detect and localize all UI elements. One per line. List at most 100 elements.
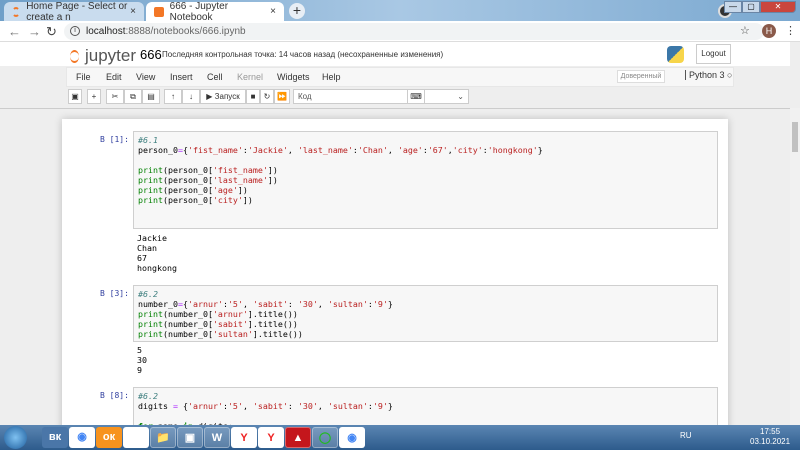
copy-icon[interactable]: ⧉ xyxy=(124,89,142,104)
new-tab-button[interactable]: + xyxy=(289,3,305,19)
code-line: print(number_0['arnur'].title()) xyxy=(138,309,713,319)
taskbar-app-icon[interactable]: W xyxy=(204,427,230,448)
run-all-icon[interactable]: ⏩ xyxy=(274,89,290,104)
run-button[interactable]: ▶ Запуск xyxy=(200,89,246,104)
menu-help[interactable]: Help xyxy=(322,72,341,82)
taskbar-app-icon[interactable]: Я xyxy=(123,427,149,448)
page-scrollbar[interactable] xyxy=(790,108,800,425)
code-token: person_0 xyxy=(138,145,178,155)
code-token: , xyxy=(387,145,398,155)
code-token: print xyxy=(138,195,163,205)
taskbar-app-icon[interactable]: вк xyxy=(42,427,68,448)
cell-type-select[interactable]: Код ⌄ xyxy=(293,89,469,104)
menu-view[interactable]: View xyxy=(136,72,155,82)
taskbar-app-icon[interactable]: ◉ xyxy=(69,427,95,448)
taskbar-app-icon[interactable]: Y xyxy=(258,427,284,448)
code-token: (number_0[ xyxy=(162,329,213,339)
forward-icon[interactable]: → xyxy=(28,24,41,39)
language-indicator[interactable]: RU xyxy=(680,431,692,440)
close-tab-icon[interactable]: × xyxy=(130,6,136,17)
code-token: (person_0[ xyxy=(162,195,213,205)
chevron-down-icon: ⌄ xyxy=(457,92,464,101)
maximize-button[interactable]: ▢ xyxy=(742,1,760,13)
code-token: 'Jackie' xyxy=(247,145,288,155)
code-token: ].title()) xyxy=(247,309,298,319)
move-down-icon[interactable]: ↓ xyxy=(182,89,200,104)
kernel-idle-icon: ○ xyxy=(727,70,733,80)
taskbar-app-icon[interactable]: ▣ xyxy=(177,427,203,448)
code-token: 'sultan' xyxy=(327,299,368,309)
browser-menu-icon[interactable]: ⋮ xyxy=(785,24,796,37)
code-token: , xyxy=(317,401,328,411)
jupyter-favicon-icon xyxy=(12,6,21,17)
system-clock[interactable]: 17:55 03.10.2021 xyxy=(750,427,790,447)
tab-jupyter-notebook[interactable]: 666 - Jupyter Notebook × xyxy=(146,1,284,23)
close-tab-icon[interactable]: × xyxy=(270,6,276,17)
code-line: #6.2 xyxy=(138,391,713,401)
code-token: : xyxy=(287,401,298,411)
restart-icon[interactable]: ↻ xyxy=(260,89,274,104)
profile-avatar[interactable]: H xyxy=(762,24,776,38)
save-icon[interactable]: ▣ xyxy=(68,89,82,104)
cell-prompt: В [8]: xyxy=(100,391,129,400)
scrollbar-thumb[interactable] xyxy=(792,122,798,152)
url-input[interactable]: i localhost:8888/notebooks/666.ipynb xyxy=(64,23,764,40)
menu-edit[interactable]: Edit xyxy=(106,72,122,82)
code-token: (person_0[ xyxy=(162,175,213,185)
code-line: print(person_0['city']) xyxy=(138,195,713,205)
info-icon[interactable]: i xyxy=(70,26,80,36)
move-up-icon[interactable]: ↑ xyxy=(164,89,182,104)
logout-button[interactable]: Logout xyxy=(696,44,731,64)
browser-tab-bar: Home Page - Select or create a n × 666 -… xyxy=(0,0,800,23)
menu-file[interactable]: File xyxy=(76,72,91,82)
menu-kernel[interactable]: Kernel xyxy=(237,72,263,82)
taskbar-app-icon[interactable]: ◉ xyxy=(339,427,365,448)
code-token: '5' xyxy=(227,401,243,411)
code-token: print xyxy=(138,165,163,175)
windows-taskbar: вк ◉ ок Я 📁 ▣ W Y Y ▲ ◯ ◉ RU 17:55 03.10.2021 xyxy=(0,425,800,450)
notebook-name[interactable]: 666 xyxy=(140,47,162,62)
menu-cell[interactable]: Cell xyxy=(207,72,223,82)
code-token: #6.2 xyxy=(138,391,158,401)
python-logo-icon xyxy=(667,46,684,63)
menu-widgets[interactable]: Widgets xyxy=(277,72,310,82)
bookmark-star-icon[interactable]: ☆ xyxy=(740,24,750,37)
code-token: ]) xyxy=(267,175,278,185)
trusted-badge[interactable]: Доверенный xyxy=(617,70,665,83)
taskbar-app-icon[interactable]: Y xyxy=(231,427,257,448)
code-token: 'sabit' xyxy=(252,401,288,411)
taskbar-app-icon[interactable]: 📁 xyxy=(150,427,176,448)
code-token: 'fist_name' xyxy=(187,145,243,155)
back-icon[interactable]: ← xyxy=(8,24,21,39)
close-window-button[interactable]: ✕ xyxy=(760,1,796,13)
menu-insert[interactable]: Insert xyxy=(170,72,193,82)
jupyter-logo[interactable]: jupyter xyxy=(70,46,136,66)
code-token: 'hongkong' xyxy=(487,145,538,155)
taskbar-app-icon[interactable]: ◯ xyxy=(312,427,338,448)
minimize-button[interactable]: — xyxy=(724,1,742,13)
code-cell-input[interactable]: #6.2 number_0={'arnur':'5', 'sabit': '30'… xyxy=(133,285,718,342)
taskbar-app-icon[interactable]: ок xyxy=(96,427,122,448)
code-token: } xyxy=(387,299,393,309)
tab-home-page[interactable]: Home Page - Select or create a n × xyxy=(4,1,144,23)
code-cell-input[interactable]: #6.1 person_0={'fist_name':'Jackie', 'las… xyxy=(133,131,718,229)
kernel-name[interactable]: Python 3 ○ xyxy=(685,70,732,80)
code-token: ]) xyxy=(237,185,248,195)
stop-icon[interactable]: ■ xyxy=(246,89,260,104)
cut-icon[interactable]: ✂ xyxy=(106,89,124,104)
code-token: 'sabit' xyxy=(212,319,248,329)
code-token: '30' xyxy=(297,299,318,309)
paste-icon[interactable]: ▤ xyxy=(142,89,160,104)
reload-icon[interactable]: ↻ xyxy=(46,24,57,40)
taskbar-app-icon[interactable]: ▲ xyxy=(285,427,311,448)
code-token: print xyxy=(138,319,163,329)
start-button[interactable] xyxy=(4,426,27,449)
url-host: localhost xyxy=(86,26,126,37)
add-cell-icon[interactable]: + xyxy=(87,89,101,104)
keyboard-icon[interactable]: ⌨ xyxy=(407,89,425,104)
code-token: digits xyxy=(138,401,173,411)
